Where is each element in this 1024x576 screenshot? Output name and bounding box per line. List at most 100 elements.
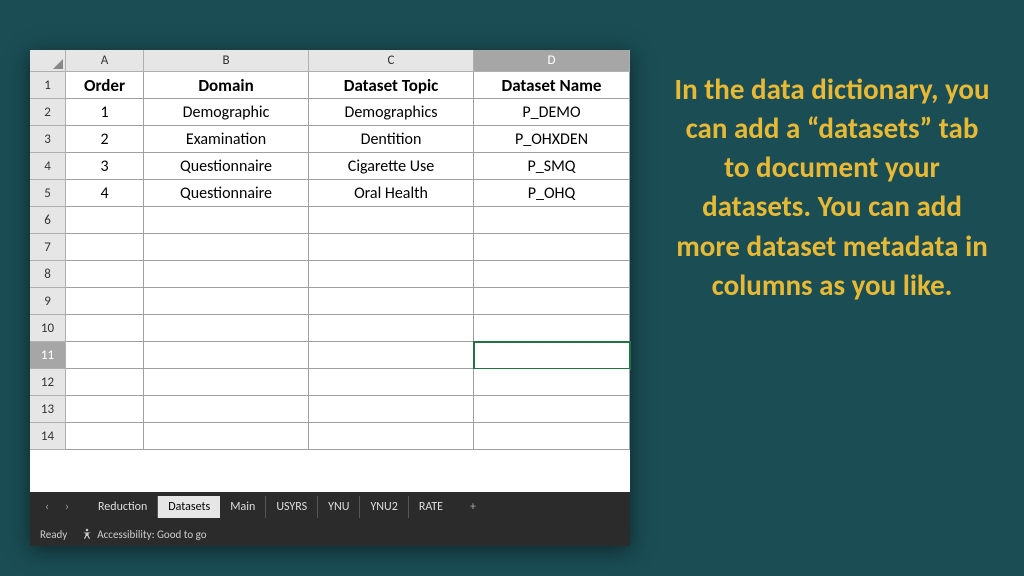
cell[interactable] [309,396,474,423]
cell[interactable] [144,234,309,261]
cell[interactable] [66,315,144,342]
column-header-D[interactable]: D [474,50,630,72]
sheet-tab-usyrs[interactable]: USYRS [266,496,318,518]
cell[interactable]: 1 [66,99,144,126]
cell[interactable] [474,315,630,342]
row-header[interactable]: 5 [30,180,66,207]
tab-nav-next[interactable]: › [58,500,76,514]
cell[interactable] [66,234,144,261]
status-accessibility-label: Accessibility: Good to go [97,528,206,541]
cell[interactable] [144,207,309,234]
cell[interactable]: Oral Health [309,180,474,207]
sheet-tab-rate[interactable]: RATE [409,496,453,518]
cell[interactable] [309,261,474,288]
row-header[interactable]: 7 [30,234,66,261]
cell[interactable] [309,423,474,450]
cell[interactable] [474,261,630,288]
cell[interactable]: Examination [144,126,309,153]
cell[interactable] [144,396,309,423]
table-row: 1OrderDomainDataset TopicDataset Name [30,72,630,99]
cell[interactable] [144,315,309,342]
cell[interactable] [309,288,474,315]
table-row: 10 [30,315,630,342]
table-row: 8 [30,261,630,288]
cell[interactable]: P_DEMO [474,99,630,126]
cell[interactable] [474,369,630,396]
table-row: 54QuestionnaireOral HealthP_OHQ [30,180,630,207]
sheet-tab-strip: ‹ › ReductionDatasetsMainUSYRSYNUYNU2RAT… [30,492,630,522]
row-header[interactable]: 11 [30,342,66,369]
cell[interactable] [474,288,630,315]
cell[interactable] [474,423,630,450]
cell[interactable] [66,369,144,396]
cell[interactable] [144,369,309,396]
sheet-tab-datasets[interactable]: Datasets [158,496,220,518]
cell[interactable]: Demographics [309,99,474,126]
column-header-B[interactable]: B [144,50,309,72]
sheet-tab-main[interactable]: Main [220,496,266,518]
cell[interactable] [309,315,474,342]
cell[interactable] [309,234,474,261]
row-header[interactable]: 12 [30,369,66,396]
cell[interactable] [474,342,630,369]
cell[interactable] [309,342,474,369]
cell[interactable] [144,342,309,369]
cell[interactable] [144,423,309,450]
cell[interactable]: Demographic [144,99,309,126]
slide: A B C D 1OrderDomainDataset TopicDataset… [0,0,1024,576]
row-header[interactable]: 10 [30,315,66,342]
tab-nav-prev[interactable]: ‹ [38,500,56,514]
cell[interactable]: 2 [66,126,144,153]
add-sheet-button[interactable]: + [461,500,485,514]
cell[interactable]: Dataset Name [474,72,630,99]
row-header[interactable]: 2 [30,99,66,126]
sheet-tab-ynu2[interactable]: YNU2 [360,496,408,518]
cell[interactable] [66,396,144,423]
table-row: 12 [30,369,630,396]
cell[interactable] [66,342,144,369]
cell[interactable] [144,288,309,315]
column-header-A[interactable]: A [66,50,144,72]
cell[interactable]: 4 [66,180,144,207]
cell[interactable]: P_OHQ [474,180,630,207]
row-header[interactable]: 3 [30,126,66,153]
cell[interactable]: P_SMQ [474,153,630,180]
select-all-corner[interactable] [30,50,66,72]
cell[interactable] [66,288,144,315]
column-header-C[interactable]: C [309,50,474,72]
status-accessibility[interactable]: Accessibility: Good to go [81,528,206,541]
status-ready: Ready [40,528,67,541]
cell[interactable] [474,396,630,423]
row-header[interactable]: 4 [30,153,66,180]
cell[interactable]: Questionnaire [144,180,309,207]
table-row: 6 [30,207,630,234]
cell[interactable] [309,207,474,234]
row-header[interactable]: 9 [30,288,66,315]
cell[interactable]: Order [66,72,144,99]
cell[interactable] [66,261,144,288]
cell[interactable] [66,207,144,234]
rows-container: 1OrderDomainDataset TopicDataset Name21D… [30,72,630,450]
cell[interactable]: 3 [66,153,144,180]
cell[interactable] [474,234,630,261]
cell[interactable]: Dataset Topic [309,72,474,99]
row-header[interactable]: 13 [30,396,66,423]
tabs-container: ReductionDatasetsMainUSYRSYNUYNU2RATE [88,496,453,518]
cell[interactable]: Domain [144,72,309,99]
callout-text: In the data dictionary, you can add a “d… [670,70,994,305]
cell[interactable]: Dentition [309,126,474,153]
row-header[interactable]: 8 [30,261,66,288]
sheet-tab-reduction[interactable]: Reduction [88,496,158,518]
cell[interactable]: Questionnaire [144,153,309,180]
sheet-tab-ynu[interactable]: YNU [318,496,360,518]
cell[interactable]: P_OHXDEN [474,126,630,153]
row-header[interactable]: 6 [30,207,66,234]
cell[interactable] [144,261,309,288]
row-header[interactable]: 14 [30,423,66,450]
cell[interactable] [474,207,630,234]
cell[interactable] [309,369,474,396]
cell[interactable]: Cigarette Use [309,153,474,180]
cell[interactable] [66,423,144,450]
row-header[interactable]: 1 [30,72,66,99]
spreadsheet-grid: A B C D 1OrderDomainDataset TopicDataset… [30,50,630,492]
